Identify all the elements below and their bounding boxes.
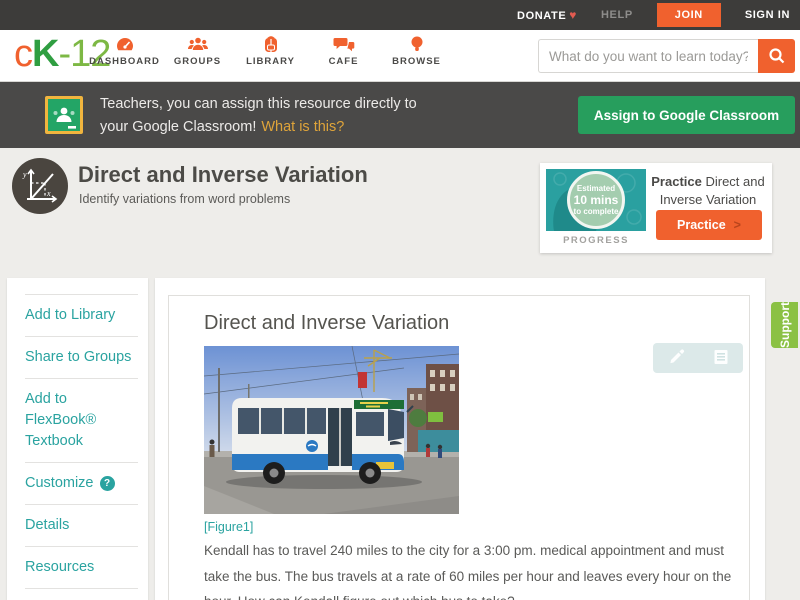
gauge-icon [116,38,133,51]
figure-image [203,345,460,514]
heart-icon: ♥ [569,8,578,22]
nav-label: BROWSE [392,56,441,67]
sidebar-item-customize[interactable]: Customize? [25,463,138,506]
pencil-icon [669,348,684,363]
estimated-suffix: to complete [573,207,619,216]
assign-to-classroom-button[interactable]: Assign to Google Classroom [578,96,795,134]
google-classroom-icon [45,96,83,134]
help-link[interactable]: HELP [601,9,633,21]
sidebar-item-add-to-flexbook[interactable]: Add to FlexBook® Textbook [25,379,138,464]
customize-label: Customize [25,475,94,492]
bus-photo [203,345,460,514]
what-is-this-link[interactable]: What is this? [261,119,344,135]
search-icon [768,48,784,64]
nav-item-dashboard[interactable]: DASHBOARD [88,35,161,67]
chat-bubbles-icon [333,38,354,52]
main-content: Direct and Inverse Variation [Figure1] K… [155,278,765,600]
sidebar-item-download[interactable]: Download▾ [25,589,138,600]
nav-label: LIBRARY [246,56,295,67]
donate-link[interactable]: DONATE ♥ [517,8,577,22]
search-button[interactable] [758,39,795,73]
chevron-right-icon: > [733,218,741,232]
logo-c: c [14,33,33,75]
practice-button-label: Practice [677,218,726,232]
search-bar [538,39,795,73]
nav-item-browse[interactable]: BROWSE [380,35,453,67]
article-paragraph: Kendall has to travel 240 miles to the c… [204,543,732,600]
practice-thumbnail: Estimated 10 mins to complete [546,169,646,231]
practice-button[interactable]: Practice > [656,210,762,240]
nav-items: DASHBOARD GROUPS LIBRARY CAFE BROWSE [88,35,453,67]
lesson-header: y x Direct and Inverse Variation Identif… [0,148,800,265]
figure-caption-link[interactable]: [Figure1] [204,520,253,534]
content-tools [653,343,743,373]
nav-label: DASHBOARD [89,56,160,67]
practice-widget: Estimated 10 mins to complete PROGRESS P… [540,163,772,253]
help-question-icon[interactable]: ? [99,476,115,492]
lightbulb-icon [411,36,422,51]
nav-item-cafe[interactable]: CAFE [307,35,380,67]
search-input[interactable] [538,39,758,73]
support-tab[interactable]: Support [771,302,798,348]
join-button[interactable]: JOIN [656,3,721,27]
logo-k: K [32,33,59,75]
support-tab-label: Support [777,302,792,348]
reading-panel: Direct and Inverse Variation [Figure1] K… [168,295,750,600]
practice-widget-title: Practice Direct and Inverse Variation [648,173,768,209]
people-icon [187,37,208,50]
concept-graph-icon: y x [12,158,68,214]
lesson-title: Direct and Inverse Variation [78,162,368,187]
edit-pencil-button[interactable] [665,346,687,371]
nav-item-groups[interactable]: GROUPS [161,35,234,67]
svg-text:y: y [22,170,27,179]
signin-link[interactable]: SIGN IN [745,9,790,21]
banner-line2: your Google Classroom! [100,119,257,135]
backpack-icon [264,36,277,52]
sidebar-item-resources[interactable]: Resources [25,547,138,590]
estimated-time-badge: Estimated 10 mins to complete [567,171,625,229]
nav-label: CAFE [328,56,359,67]
practice-bold: Practice [651,174,702,189]
estimated-label: Estimated [576,184,616,193]
lesson-subtitle: Identify variations from word problems [79,192,291,206]
sidebar-item-add-to-library[interactable]: Add to Library [25,295,138,338]
notes-button[interactable] [710,346,732,371]
sidebar-list: Add to Library Share to Groups Add to Fl… [25,294,138,600]
sidebar: Add to Library Share to Groups Add to Fl… [7,278,148,600]
top-utility-bar: DONATE ♥ HELP JOIN SIGN IN [0,0,800,30]
banner-message: Teachers, you can assign this resource d… [100,93,417,139]
sidebar-item-details[interactable]: Details [25,505,138,548]
svg-text:x: x [46,189,51,198]
sidebar-item-share-to-groups[interactable]: Share to Groups [25,337,138,380]
classroom-banner: Teachers, you can assign this resource d… [0,82,800,148]
banner-line1: Teachers, you can assign this resource d… [100,96,417,112]
page: DONATE ♥ HELP JOIN SIGN IN cK-12 DASHBOAR… [0,0,800,600]
estimated-value: 10 mins [573,193,619,207]
nav-label: GROUPS [173,56,222,67]
article-title: Direct and Inverse Variation [204,312,450,334]
main-navbar: cK-12 DASHBOARD GROUPS LIBRARY CAFE BROW… [0,30,800,82]
nav-item-library[interactable]: LIBRARY [234,35,307,67]
document-icon [714,349,727,364]
progress-label: PROGRESS [563,235,629,246]
